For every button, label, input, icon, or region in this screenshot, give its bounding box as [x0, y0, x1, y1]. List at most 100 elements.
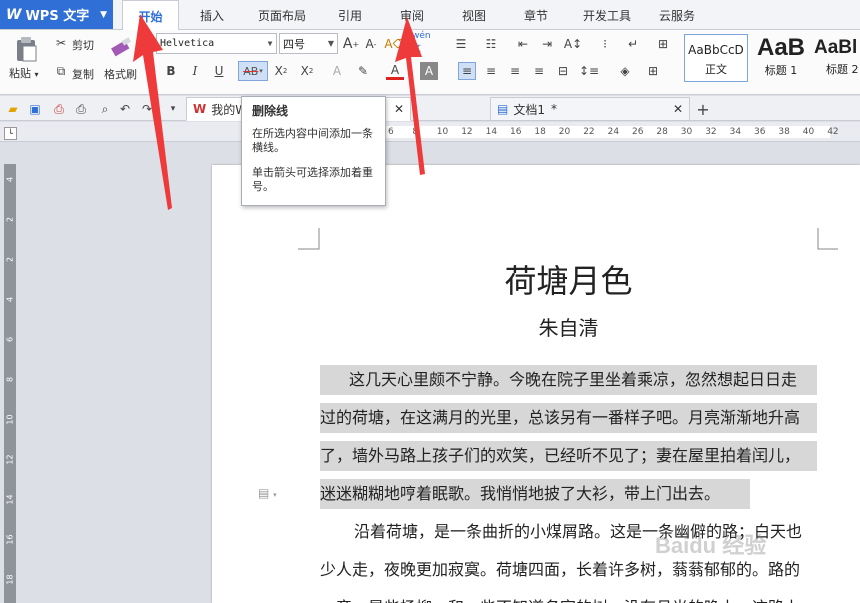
- font-size-select[interactable]: 四号 ▼: [279, 33, 338, 54]
- show-marks-icon[interactable]: ↵: [624, 35, 642, 53]
- export-pdf-icon[interactable]: ⎙: [50, 100, 68, 118]
- ruler-tick-label: 28: [656, 127, 668, 137]
- paste-icon[interactable]: [14, 36, 38, 62]
- style-heading-1[interactable]: AaB 标题 1: [750, 34, 812, 82]
- text-effect-icon[interactable]: A: [328, 62, 346, 80]
- ruler-tick-label: 2: [5, 256, 15, 263]
- new-tab-icon[interactable]: +: [694, 100, 712, 119]
- style-heading-2[interactable]: AaBl 标题 2: [814, 34, 860, 82]
- app-menu-button[interactable]: W WPS 文字 ▼: [0, 0, 113, 29]
- increase-indent-icon[interactable]: ⇥: [538, 35, 556, 53]
- strikethrough-icon: AB: [243, 64, 259, 78]
- ruler-tick-label: 6: [5, 336, 15, 343]
- tab-page-layout[interactable]: 页面布局: [248, 0, 316, 30]
- numbered-list-icon[interactable]: ☷: [482, 35, 500, 53]
- border-icon[interactable]: ⊞: [644, 62, 662, 80]
- distributed-icon[interactable]: ⊟: [554, 62, 572, 80]
- ruler-tick-label: 32: [705, 127, 717, 137]
- text-direction-icon[interactable]: A↕: [564, 35, 582, 53]
- open-folder-icon[interactable]: ▰: [4, 100, 22, 118]
- shading-icon[interactable]: ◈: [616, 62, 634, 80]
- print-preview-icon[interactable]: ⌕: [96, 100, 114, 118]
- bullet-list-icon[interactable]: ☰: [452, 35, 470, 53]
- margin-corner-top-right: [817, 228, 838, 250]
- ruler-tick-label: 8: [5, 376, 15, 383]
- margin-corner-top-left: [298, 228, 320, 250]
- chevron-down-icon: ▼: [100, 9, 107, 20]
- underline-icon[interactable]: U: [210, 62, 228, 80]
- paragraph-line[interactable]: 迷迷糊糊地哼着眠歌。我悄悄地披了大衫，带上门出去。: [320, 479, 750, 509]
- decrease-indent-icon[interactable]: ⇤: [514, 35, 532, 53]
- superscript-icon[interactable]: X2: [272, 62, 290, 80]
- subscript-icon[interactable]: X2: [298, 62, 316, 80]
- ruler-tick-label: 14: [485, 127, 498, 137]
- ruler-tick-label: 42: [827, 127, 839, 137]
- chinese-layout-icon[interactable]: ⁝: [596, 35, 614, 53]
- tooltip-line-2: 单击箭头可选择添加着重号。: [252, 166, 373, 193]
- align-left-icon[interactable]: ≡: [458, 62, 476, 80]
- ruler-tick-label: 4: [5, 296, 15, 303]
- ruler-tick-label: 12: [461, 127, 473, 137]
- style-normal[interactable]: AaBbCcD 正文: [684, 34, 748, 82]
- paragraph-line[interactable]: 一旁，是些杨柳，和一些不知道名字的树。没有月光的晚上，这路上: [320, 593, 817, 603]
- ruler-tick-label: 12: [5, 454, 15, 465]
- tooltip-title: 删除线: [252, 104, 289, 118]
- line-spacing-icon[interactable]: ↕≡: [579, 62, 599, 80]
- ruler-tick-label: 24: [607, 127, 620, 137]
- tab-cloud[interactable]: 云服务: [652, 0, 702, 30]
- ruler-tick-label: 34: [729, 127, 742, 137]
- strikethrough-button[interactable]: AB ▾: [238, 61, 268, 81]
- ruler-tick-label: 16: [5, 534, 15, 545]
- save-icon[interactable]: ▣: [26, 100, 44, 118]
- paragraph-line[interactable]: 这几天心里颇不宁静。今晚在院子里坐着乘凉，忽然想起日日走: [320, 365, 817, 395]
- ruler-tick-label: 10: [5, 414, 15, 425]
- watermark: Baidu 经验: [655, 533, 767, 558]
- document-title[interactable]: 荷塘月色: [320, 256, 817, 302]
- chevron-down-icon: ▼: [327, 39, 335, 48]
- print-icon[interactable]: ⎙: [72, 100, 90, 118]
- wps-logo-icon: W: [6, 6, 22, 23]
- scissors-icon[interactable]: ✂: [52, 34, 70, 52]
- highlight-icon[interactable]: ✎: [354, 62, 372, 80]
- paragraph-line[interactable]: 过的荷塘，在这满月的光里，总该另有一番样子吧。月亮渐渐地升高: [320, 403, 817, 433]
- grow-font-icon[interactable]: A +: [342, 35, 360, 53]
- document-author[interactable]: 朱自清: [320, 312, 817, 341]
- tab-references[interactable]: 引用: [328, 0, 372, 30]
- paragraph-line[interactable]: 了，墙外马路上孩子们的欢笑，已经听不见了；妻在屋里拍着闰儿，: [320, 441, 817, 471]
- ruler-tick-label: 14: [5, 494, 15, 505]
- app-name: WPS 文字: [25, 9, 90, 24]
- ruler-tick-label: 36: [754, 127, 766, 137]
- tab-view[interactable]: 视图: [452, 0, 496, 30]
- ruler-tick-label: 16: [510, 127, 522, 137]
- doc-tab-document1[interactable]: ▤ 文档1 * ✕: [490, 97, 690, 121]
- tab-developer[interactable]: 开发工具: [576, 0, 638, 30]
- ruler-tick-label: 38: [778, 127, 790, 137]
- shrink-font-icon[interactable]: A-: [362, 35, 380, 53]
- paste-button[interactable]: 粘贴 ▾: [9, 65, 39, 81]
- ruler-tick-label: 40: [802, 127, 815, 137]
- document-icon: ▤: [497, 102, 509, 116]
- tab-stop-selector-icon[interactable]: └: [4, 127, 17, 140]
- ruler-tick-label: 4: [5, 176, 15, 183]
- tooltip-line-1: 在所选内容中间添加一条横线。: [252, 127, 373, 154]
- ruler-tick-label: 2: [5, 216, 15, 223]
- close-icon[interactable]: ✕: [673, 102, 683, 116]
- table-icon[interactable]: ⊞: [654, 35, 672, 53]
- tab-section[interactable]: 章节: [514, 0, 558, 30]
- cut-button[interactable]: 剪切: [72, 37, 94, 53]
- annotation-arrow-icon: [395, 17, 425, 175]
- ruler-tick-label: 18: [534, 127, 546, 137]
- align-right-icon[interactable]: ≡: [506, 62, 524, 80]
- ruler-tick-label: 22: [583, 127, 595, 137]
- chevron-down-icon: ▼: [267, 39, 273, 48]
- align-center-icon[interactable]: ≡: [482, 62, 500, 80]
- strikethrough-tooltip: 删除线 在所选内容中间添加一条横线。 单击箭头可选择添加着重号。: [241, 96, 386, 206]
- ruler-tick-label: 20: [558, 127, 571, 137]
- ruler-tick-label: 18: [5, 574, 15, 585]
- copy-button[interactable]: 复制: [72, 66, 94, 82]
- justify-icon[interactable]: ≡: [530, 62, 548, 80]
- ruler-tick-label: 30: [680, 127, 693, 137]
- paragraph-handle-icon[interactable]: ▤ ▾: [258, 486, 277, 500]
- copy-icon[interactable]: ⧉: [52, 62, 70, 80]
- ruler-tick-label: 26: [632, 127, 644, 137]
